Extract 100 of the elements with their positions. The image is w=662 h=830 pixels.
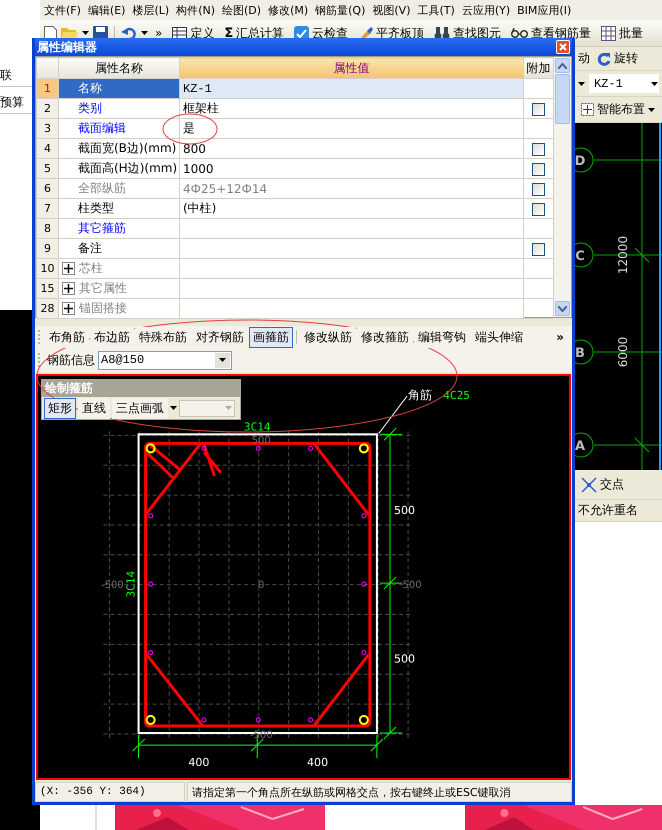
- dimension-label: 400: [188, 756, 210, 770]
- option-label[interactable]: 不允许重名: [578, 502, 638, 519]
- side-rebar-dot: [256, 717, 261, 722]
- draw-tool-button[interactable]: 直线: [78, 398, 110, 418]
- rebar-info-field[interactable]: A8@150: [98, 350, 232, 370]
- component-combo[interactable]: KZ-1: [589, 74, 659, 93]
- property-name: 全部纵筋: [58, 178, 180, 198]
- chevron-down-icon: [558, 306, 567, 312]
- rotate-icon: [597, 52, 611, 66]
- checkbox[interactable]: [532, 142, 545, 156]
- row-number: 6: [36, 178, 58, 198]
- menu-item[interactable]: 文件(F): [44, 2, 81, 18]
- scroll-up-button[interactable]: [555, 58, 570, 73]
- property-row[interactable]: 1 名称 KZ-1: [36, 78, 554, 98]
- grid-icon: [601, 26, 616, 40]
- menu-item[interactable]: 修改(M): [268, 2, 308, 18]
- checkbox[interactable]: [532, 242, 545, 256]
- checkbox[interactable]: [532, 162, 545, 176]
- side-rebar-dot: [361, 650, 366, 656]
- menu-item[interactable]: 构件(N): [176, 2, 215, 18]
- property-name: 截面编辑: [58, 118, 180, 138]
- smart-layout-button[interactable]: 智能布置: [578, 101, 658, 118]
- corner-rebar-dot: [358, 443, 369, 454]
- dialog-title: 属性编辑器: [37, 38, 97, 56]
- corner-rebar-dot: [146, 714, 156, 725]
- palette-title: 绘制箍筋: [42, 380, 240, 397]
- property-row[interactable]: 2 类别 框架柱: [36, 98, 554, 118]
- rotate-button[interactable]: 旋转: [594, 50, 641, 67]
- field-label: 钢筋信息: [47, 352, 95, 368]
- menu-item[interactable]: 工具(T): [418, 2, 455, 18]
- axis-label: C: [575, 249, 585, 264]
- property-row[interactable]: 9 备注: [36, 238, 554, 258]
- property-name: 备注: [58, 238, 180, 258]
- property-name: 截面高(H边)(mm): [58, 158, 180, 178]
- property-name: 类别: [58, 98, 180, 118]
- menu-item[interactable]: 编辑(E): [88, 2, 126, 18]
- scrollbar[interactable]: [554, 57, 571, 317]
- menu-item[interactable]: BIM应用(I): [517, 2, 572, 18]
- checkbox[interactable]: [532, 202, 545, 216]
- chevron-up-icon: [558, 62, 567, 68]
- side-rebar-dot: [201, 717, 206, 722]
- side-rebar-dot: [308, 717, 314, 722]
- menu-item[interactable]: 钢筋量(Q): [315, 2, 366, 18]
- menu-item[interactable]: 云应用(Y): [462, 2, 510, 18]
- dimension-label: 12000: [616, 236, 630, 274]
- property-row[interactable]: 5 截面高(H边)(mm) 1000: [36, 158, 554, 178]
- row-number: 3: [36, 118, 58, 138]
- menu-item[interactable]: 绘图(D): [222, 2, 262, 18]
- scroll-thumb[interactable]: [555, 74, 570, 124]
- caret-icon: [578, 82, 585, 86]
- glasses-icon: [511, 27, 528, 39]
- checkbox[interactable]: [532, 102, 545, 116]
- row-number: 2: [36, 98, 58, 118]
- caret-icon: [141, 31, 148, 35]
- property-value: KZ-1: [180, 78, 524, 98]
- property-name: 其它箍筋: [58, 218, 180, 238]
- rebar-label: 4C25: [443, 389, 470, 402]
- caret-icon: [651, 82, 658, 86]
- caret-icon: [225, 406, 232, 410]
- coordinates-text: (X: -356 Y: 364): [40, 786, 146, 798]
- property-row[interactable]: 3 截面编辑 是: [36, 118, 554, 138]
- side-rebar-dot: [148, 582, 154, 587]
- tick-label: 500: [402, 580, 422, 592]
- side-rebar-dot: [148, 513, 154, 518]
- row-number: 4: [36, 138, 58, 158]
- menu-item[interactable]: 楼层(L): [132, 2, 170, 18]
- toolbar-button[interactable]: 批量: [598, 24, 646, 42]
- property-row[interactable]: 4 截面宽(B边)(mm) 800: [36, 138, 554, 158]
- draw-tool-button[interactable]: 三点画弧: [112, 398, 168, 418]
- property-name: 柱类型: [58, 198, 180, 218]
- undo-icon[interactable]: [121, 26, 137, 40]
- toolbar-button[interactable]: 查看钢筋量: [508, 24, 594, 42]
- tool-button[interactable]: 画箍筋: [249, 326, 293, 348]
- row-number: 7: [36, 198, 58, 218]
- caret-icon: [170, 406, 177, 410]
- column-header: 属性名称: [58, 58, 180, 78]
- menu-item[interactable]: 视图(V): [372, 2, 410, 18]
- property-value: 4Ф25+12Ф14: [180, 178, 524, 198]
- property-row[interactable]: 8 其它箍筋: [36, 218, 554, 238]
- property-row[interactable]: 7 柱类型 (中柱): [36, 198, 554, 218]
- axis-bubble: [575, 340, 594, 364]
- overflow-button[interactable]: »: [556, 330, 564, 344]
- caret-icon: [648, 108, 655, 112]
- side-rebar-dot: [361, 582, 366, 587]
- row-number: 8: [36, 218, 58, 238]
- scroll-down-button[interactable]: [555, 301, 570, 316]
- side-rebar-dot: [148, 650, 154, 656]
- property-name: 截面宽(B边)(mm): [58, 138, 180, 158]
- tool-label[interactable]: 动: [578, 50, 590, 67]
- overflow-button[interactable]: »: [152, 26, 166, 40]
- dimension-label: 400: [307, 756, 328, 770]
- folder-icon[interactable]: [61, 26, 78, 40]
- property-value: 是: [180, 118, 524, 138]
- column-header: 附加: [524, 58, 554, 78]
- dropdown-field[interactable]: [179, 400, 235, 416]
- snap-button[interactable]: 交点: [578, 476, 627, 493]
- dimension-label: 6000: [616, 336, 630, 368]
- close-button[interactable]: [556, 40, 570, 54]
- draw-tool-button[interactable]: 矩形: [44, 398, 76, 418]
- row-number: 5: [36, 158, 58, 178]
